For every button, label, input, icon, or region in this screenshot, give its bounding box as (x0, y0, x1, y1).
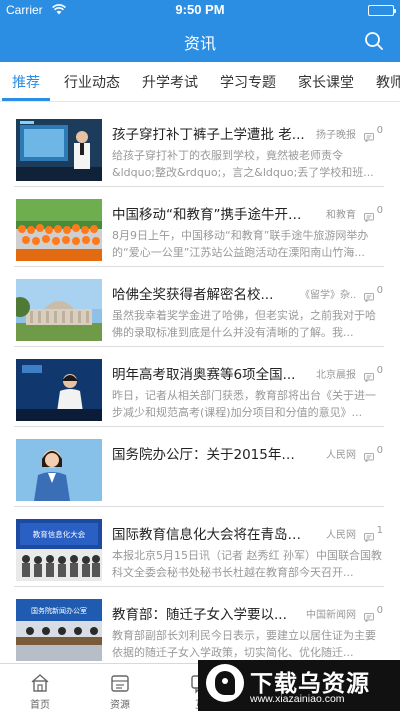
news-thumbnail: 教育信息化大会 (16, 519, 102, 581)
comment-icon (364, 447, 374, 466)
news-source: 和教育 (326, 210, 356, 221)
news-item[interactable]: 哈佛全奖获得者解密名校... 《留学》杂... 0 虽然我幸着奖学金进了哈佛，但… (14, 267, 384, 347)
news-title: 国务院办公厅：关于2015年部... (112, 447, 306, 463)
status-bar: Carrier 9:50 PM (0, 0, 400, 20)
comment-count: 0 (376, 605, 383, 616)
news-item[interactable]: 孩子穿打补丁裤子上学遭批 老... 扬子晚报 0 给孩子穿打补丁的衣服到学校，竟… (14, 107, 384, 187)
comment-count: 1 (376, 525, 383, 536)
comment-icon (364, 127, 374, 146)
news-summary: 本报北京5月15日讯（记者 赵秀红 孙军）中国联合国教科文全委会秘书处秘书长杜越… (112, 549, 382, 579)
news-list[interactable]: 孩子穿打补丁裤子上学遭批 老... 扬子晚报 0 给孩子穿打补丁的衣服到学校，竟… (0, 103, 400, 663)
comment-count: 0 (376, 205, 383, 216)
news-title: 国际教育信息化大会将在青岛召开 (112, 527, 306, 543)
tab-parent-class[interactable]: 家长课堂 (298, 72, 354, 92)
news-source: 人民网 (326, 530, 356, 541)
news-item[interactable]: 教育信息化大会 国际教育信息化大会将在青岛召开 人民网 1 本报北京5月15日讯… (14, 507, 384, 587)
thumbnail-banner-text: 教育信息化大会 (33, 529, 86, 539)
news-summary (112, 467, 384, 501)
news-title: 中国移动“和教育”携手途牛开启... (112, 207, 306, 223)
news-item[interactable]: 中国移动“和教育”携手途牛开启... 和教育 0 8月9日上午，中国移动“和教育… (14, 187, 384, 267)
news-thumbnail: 国务院新闻办公室 (16, 599, 102, 661)
comment-count: 0 (376, 445, 383, 456)
comment-icon (364, 367, 374, 386)
tab-study-topics[interactable]: 学习专题 (220, 72, 276, 92)
news-source: 《留学》杂... (300, 290, 356, 301)
clock: 9:50 PM (175, 2, 225, 17)
comment-count: 0 (376, 285, 383, 296)
comment-icon (364, 527, 374, 546)
news-item[interactable]: 明年高考取消奥赛等6项全国... 北京晨报 0 昨日，记者从相关部门获悉，教育部… (14, 347, 384, 427)
tab-exams[interactable]: 升学考试 (142, 72, 198, 92)
news-title: 哈佛全奖获得者解密名校... (112, 287, 274, 303)
news-thumbnail (16, 439, 102, 501)
tab-teacher[interactable]: 教师 (376, 72, 400, 92)
category-tabs: 推荐 行业动态 升学考试 学习专题 家长课堂 教师 (0, 62, 400, 102)
tab-industry[interactable]: 行业动态 (64, 72, 120, 92)
comment-count: 0 (376, 365, 383, 376)
news-thumbnail (16, 279, 102, 341)
comment-count: 0 (376, 125, 383, 136)
tabbar-resources[interactable]: 资源 (80, 664, 160, 711)
comment-icon (364, 207, 374, 226)
news-item[interactable]: 国务院新闻办公室 教育部：随迁子女入学要以... 中国新闻网 0 教育部副部长刘… (14, 587, 384, 663)
thumbnail-banner-text: 国务院新闻办公室 (31, 606, 87, 615)
active-tab-indicator (2, 98, 50, 101)
battery-icon (368, 5, 396, 16)
news-title: 孩子穿打补丁裤子上学遭批 老... (112, 127, 305, 143)
news-source: 中国新闻网 (306, 610, 356, 621)
news-title: 教育部：随迁子女入学要以... (112, 607, 287, 623)
resources-icon (111, 675, 129, 692)
watermark-badge: 下载乌资源 www.xiazainiao.com (198, 660, 400, 711)
home-icon (31, 674, 49, 692)
news-source: 人民网 (326, 450, 356, 461)
watermark-url: www.xiazainiao.com (250, 693, 345, 705)
comment-icon (364, 287, 374, 306)
nav-bar: 资讯 (0, 20, 400, 62)
tabbar-resources-label: 资源 (110, 700, 130, 711)
page-title: 资讯 (183, 34, 216, 53)
news-summary: 教育部副部长刘利民今日表示，要建立以居住证为主要依据的随迁子女入学政策，切实简化… (112, 629, 376, 659)
news-thumbnail (16, 119, 102, 181)
comment-icon (364, 607, 374, 626)
news-item[interactable]: 国务院办公厅：关于2015年部... 人民网 0 (14, 427, 384, 507)
news-thumbnail (16, 359, 102, 421)
news-summary: 虽然我幸着奖学金进了哈佛，但老实说，之前我对于哈佛的录取标准到底是什么并没有清晰… (112, 309, 376, 339)
news-summary: 8月9日上午，中国移动“和教育”联手途牛旅游网举办的“爱心一公里”江苏站公益跑活… (112, 229, 369, 259)
bird-logo-icon (206, 664, 244, 702)
tabbar-home-label: 首页 (30, 700, 50, 711)
news-thumbnail (16, 199, 102, 261)
news-source: 扬子晚报 (316, 130, 356, 141)
tabbar-home[interactable]: 首页 (0, 664, 80, 711)
news-source: 北京晨报 (316, 370, 356, 381)
tab-recommend[interactable]: 推荐 (12, 72, 40, 92)
news-summary: 给孩子穿打补丁的衣服到学校，竟然被老师责令 &ldquo;整改&rdquo;，言… (112, 149, 374, 179)
news-summary: 昨日，记者从相关部门获悉，教育部将出台《关于进一步减少和规范高考(课程)加分项目… (112, 389, 376, 419)
search-icon[interactable] (362, 29, 386, 53)
news-title: 明年高考取消奥赛等6项全国... (112, 367, 296, 383)
